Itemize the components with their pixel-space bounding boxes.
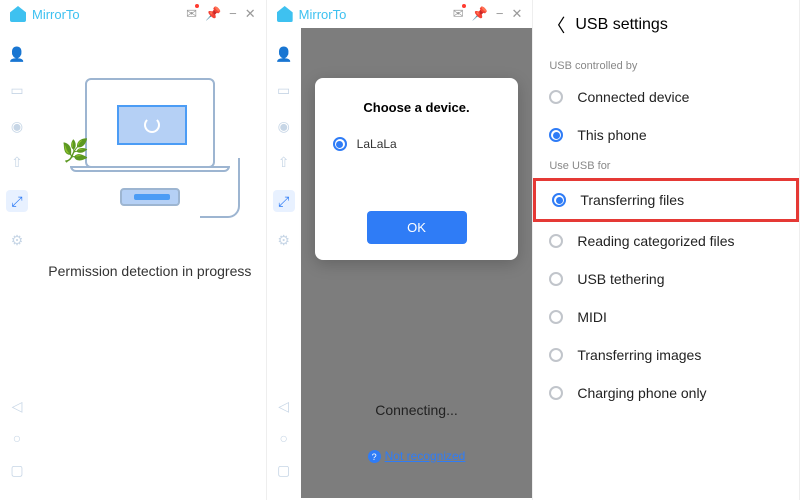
close-icon[interactable]: ✕ (511, 6, 522, 22)
radio-icon (549, 386, 563, 400)
opt-usb-tethering[interactable]: USB tethering (533, 260, 799, 298)
help-icon: ? (368, 450, 381, 463)
panel-usb-settings: 〈 USB settings USB controlled by Connect… (533, 0, 800, 500)
content-area: 🌿 Permission detection in progress (34, 28, 266, 498)
camera-icon[interactable]: ◉ (9, 118, 25, 134)
close-icon[interactable]: ✕ (245, 6, 256, 22)
sidebar: 👤 ▭ ◉ ⇧ ⤢ ⚙ ◁ ○ ▢ (0, 28, 34, 498)
panel-permission: MirrorTo ✉ 📌 − ✕ 👤 ▭ ◉ ⇧ ⤢ ⚙ ◁ ○ ▢ (0, 0, 267, 500)
app-title: MirrorTo (299, 7, 447, 22)
message-icon[interactable]: ▭ (276, 82, 292, 98)
home-nav-icon[interactable]: ○ (9, 430, 25, 446)
opt-this-phone[interactable]: This phone (533, 116, 799, 154)
minimize-icon[interactable]: − (496, 6, 504, 22)
choose-device-modal: Choose a device. LaLaLa OK (315, 78, 519, 260)
settings-header: 〈 USB settings (533, 0, 799, 54)
back-nav-icon[interactable]: ◁ (9, 398, 25, 414)
radio-selected-icon (549, 128, 563, 142)
overlay-area: Choose a device. LaLaLa OK Connecting...… (301, 28, 533, 498)
device-name: LaLaLa (357, 137, 397, 151)
person-icon[interactable]: 👤 (276, 46, 292, 62)
app-title: MirrorTo (32, 7, 180, 22)
opt-transferring-files[interactable]: Transferring files (533, 178, 799, 222)
upload-icon[interactable]: ⇧ (276, 154, 292, 170)
section-use-usb-for: Use USB for (533, 154, 799, 178)
minimize-icon[interactable]: − (229, 6, 237, 22)
back-nav-icon[interactable]: ◁ (276, 398, 292, 414)
radio-icon (549, 90, 563, 104)
device-option[interactable]: LaLaLa (333, 137, 501, 151)
settings-icon[interactable]: ⚙ (9, 232, 25, 248)
radio-icon (549, 310, 563, 324)
sidebar: 👤 ▭ ◉ ⇧ ⤢ ⚙ ◁ ○ ▢ (267, 28, 301, 498)
radio-icon (549, 272, 563, 286)
ok-button[interactable]: OK (367, 211, 467, 244)
illustration: 🌿 (65, 68, 235, 218)
status-text: Permission detection in progress (48, 263, 251, 279)
opt-midi[interactable]: MIDI (533, 298, 799, 336)
page-title: USB settings (575, 16, 667, 34)
back-icon[interactable]: 〈 (547, 12, 565, 38)
section-controlled-by: USB controlled by (533, 54, 799, 78)
modal-title: Choose a device. (333, 100, 501, 115)
opt-charging-only[interactable]: Charging phone only (533, 374, 799, 412)
settings-icon[interactable]: ⚙ (276, 232, 292, 248)
radio-selected-icon (333, 137, 347, 151)
radio-selected-icon (552, 193, 566, 207)
mirror-icon[interactable]: ⤢ (273, 190, 295, 212)
opt-reading-categorized[interactable]: Reading categorized files (533, 222, 799, 260)
recent-nav-icon[interactable]: ▢ (9, 462, 25, 478)
message-icon[interactable]: ▭ (9, 82, 25, 98)
pin-icon[interactable]: 📌 (472, 6, 488, 22)
titlebar: MirrorTo ✉ 📌 − ✕ (267, 0, 533, 28)
radio-icon (549, 234, 563, 248)
app-logo-icon (10, 6, 26, 22)
pin-icon[interactable]: 📌 (205, 6, 221, 22)
camera-icon[interactable]: ◉ (276, 118, 292, 134)
home-nav-icon[interactable]: ○ (276, 430, 292, 446)
panel-choose-device: MirrorTo ✉ 📌 − ✕ 👤 ▭ ◉ ⇧ ⤢ ⚙ ◁ ○ ▢ Choos… (267, 0, 534, 500)
mail-icon[interactable]: ✉ (186, 6, 197, 22)
person-icon[interactable]: 👤 (9, 46, 25, 62)
upload-icon[interactable]: ⇧ (9, 154, 25, 170)
opt-transferring-images[interactable]: Transferring images (533, 336, 799, 374)
app-logo-icon (277, 6, 293, 22)
not-recognized-link[interactable]: ?Not recognized (301, 449, 533, 464)
connecting-status: Connecting... (301, 402, 533, 418)
mirror-icon[interactable]: ⤢ (6, 190, 28, 212)
radio-icon (549, 348, 563, 362)
titlebar: MirrorTo ✉ 📌 − ✕ (0, 0, 266, 28)
recent-nav-icon[interactable]: ▢ (276, 462, 292, 478)
opt-connected-device[interactable]: Connected device (533, 78, 799, 116)
mail-icon[interactable]: ✉ (453, 6, 464, 22)
